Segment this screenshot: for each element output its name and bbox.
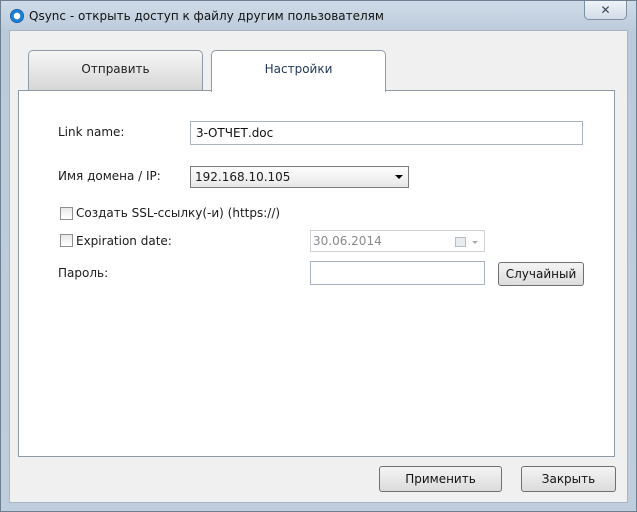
chevron-down-icon (472, 241, 478, 244)
ssl-label: Создать SSL-ссылку(-и) (https://) (76, 206, 281, 220)
domain-select[interactable]: 192.168.10.105 (190, 166, 409, 188)
expiration-checkbox[interactable] (60, 234, 73, 247)
ssl-checkbox[interactable] (60, 207, 73, 220)
expiration-label: Expiration date: (76, 234, 172, 248)
tab-settings[interactable]: Настройки (211, 50, 386, 92)
password-label: Пароль: (58, 266, 109, 280)
title-bar[interactable]: Qsync - открыть доступ к файлу другим по… (1, 1, 636, 30)
qsync-icon (10, 9, 24, 23)
expiration-date-picker[interactable]: 30.06.2014 (310, 230, 485, 252)
settings-panel: Link name: 3-ОТЧЕТ.doc Имя домена / IP: … (18, 90, 615, 457)
link-name-label: Link name: (58, 125, 125, 139)
close-window-button[interactable]: ✕ (584, 1, 627, 20)
password-input[interactable] (310, 261, 485, 285)
window-title: Qsync - открыть доступ к файлу другим по… (29, 9, 384, 23)
chevron-down-icon (395, 175, 403, 179)
domain-select-value: 192.168.10.105 (195, 170, 291, 184)
calendar-icon (455, 237, 466, 247)
dialog-client-area: Отправить Настройки Link name: 3-ОТЧЕТ.d… (9, 30, 628, 503)
link-name-input[interactable]: 3-ОТЧЕТ.doc (190, 121, 583, 145)
random-password-button[interactable]: Случайный (498, 262, 584, 286)
domain-label: Имя домена / IP: (58, 169, 161, 183)
dialog-window: Qsync - открыть доступ к файлу другим по… (0, 0, 637, 512)
close-button[interactable]: Закрыть (521, 466, 616, 492)
apply-button[interactable]: Применить (379, 466, 502, 492)
tab-send[interactable]: Отправить (28, 50, 203, 90)
expiration-date-value: 30.06.2014 (313, 234, 382, 248)
